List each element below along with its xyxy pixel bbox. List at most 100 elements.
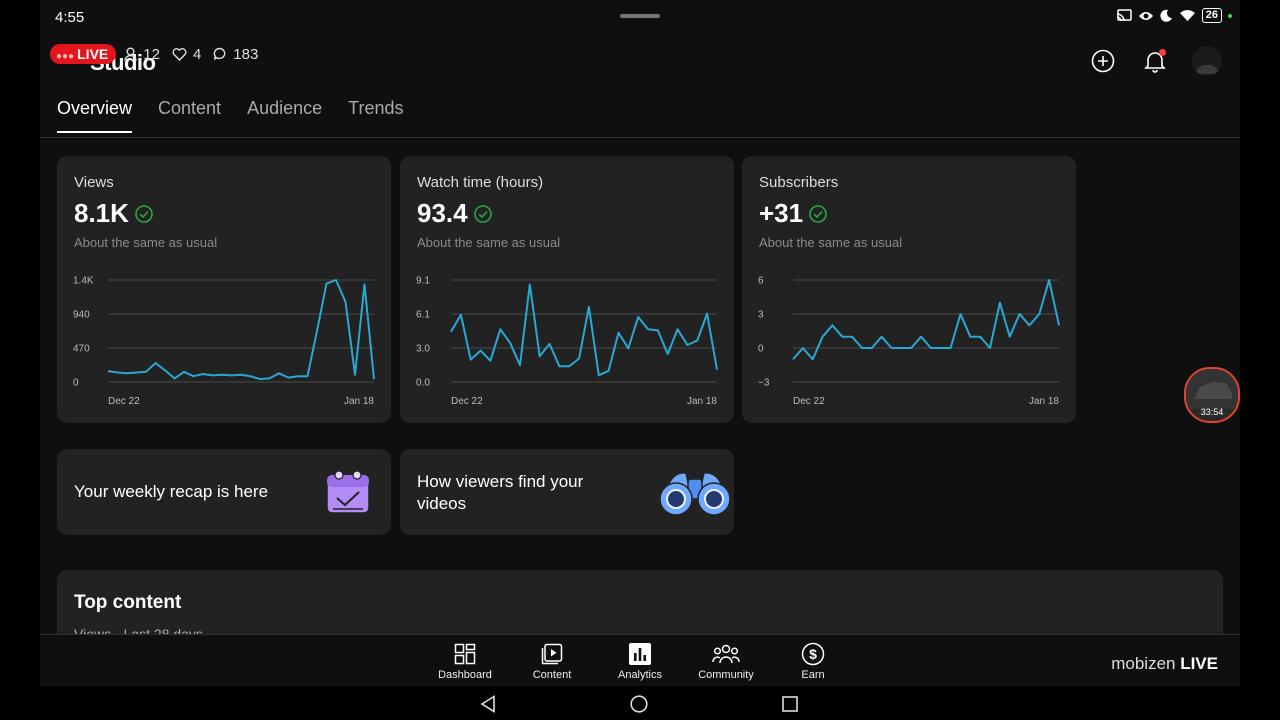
create-button[interactable] [1088,46,1118,76]
tab-divider [40,137,1240,138]
battery-indicator: 26 [1201,8,1222,23]
cast-icon [1116,8,1132,21]
nav-community[interactable]: Community [686,641,766,681]
nav-earn[interactable]: $ Earn [773,641,853,681]
y-tick-label: 940 [73,310,90,321]
live-label: LIVE [77,46,109,62]
recorder-bubble[interactable]: 33:54 [1184,367,1240,423]
recents-square-icon [782,696,798,712]
top-content-title: Top content [74,592,182,613]
promo-text: Your weekly recap is here [74,482,269,501]
app-screen: 4:55 26 Studio ●●● LIVE 12 4 183 Overvie… [40,0,1240,720]
back-triangle-icon [480,695,495,713]
metric-value-text: +31 [759,198,804,228]
nav-label: Dashboard [438,669,492,681]
status-icons: 26 [1116,8,1232,23]
community-icon [712,644,740,664]
recorder-thumbnail-icon [1186,369,1238,409]
status-bar: 4:55 26 [40,0,1240,36]
metric-subtitle: About the same as usual [759,235,903,250]
tab-content[interactable]: Content [158,98,221,133]
y-tick-label: 6.1 [416,310,430,321]
drag-handle [620,14,660,18]
home-circle-icon [630,695,648,713]
series-line [107,279,375,381]
metric-value: +31 [759,198,827,229]
series-line [450,283,718,377]
avatar-car-icon [1196,65,1218,74]
back-button[interactable] [478,694,498,714]
promo-text: How viewers find your videos [417,472,584,513]
likes-count: 4 [192,45,202,63]
y-tick-label: 9.1 [416,276,430,287]
x-tick-label: Jan 18 [344,396,374,406]
dashboard-icon [454,643,476,665]
home-button[interactable] [629,694,649,714]
notifications-button[interactable] [1140,46,1170,76]
live-dots-icon: ●●● [56,51,75,62]
analytics-tabs: Overview Content Audience Trends [57,98,403,133]
check-circle-icon [135,204,153,223]
tab-trends[interactable]: Trends [348,98,403,133]
tab-overview[interactable]: Overview [57,98,133,133]
status-time: 4:55 [55,9,85,26]
recording-time: 33:54 [1200,407,1224,417]
y-tick-label: −3 [758,378,770,389]
chat-icon [213,47,226,60]
content-icon [541,643,563,665]
y-tick-label: 3 [758,310,764,321]
metric-value: 8.1K [74,198,153,229]
metric-value-text: 8.1K [74,198,129,228]
mobizen-watermark: mobizen LIVE [1111,654,1218,674]
viewers-stat: 12 [124,46,160,63]
y-tick-label: 470 [73,344,90,355]
views-chart: 1.4K 940 470 0 Dec 22 Jan 18 [73,276,375,406]
x-tick-label: Dec 22 [793,396,825,406]
metric-title: Views [74,174,114,191]
viewers-count: 12 [143,45,160,63]
metric-value-text: 93.4 [417,198,468,228]
check-circle-icon [473,204,492,223]
y-tick-label: 0 [758,344,764,355]
subscribers-chart: 6 3 0 −3 Dec 22 Jan 18 [758,276,1060,406]
metric-subtitle: About the same as usual [74,235,218,250]
views-card[interactable]: Views 8.1K About the same as usual 1.4K 9… [57,156,391,423]
comments-stat: 183 [213,46,258,63]
brand-prefix: mobizen [1111,654,1181,673]
traffic-sources-card[interactable]: How viewers find your videos [400,449,734,535]
nav-label: Analytics [617,669,663,681]
watch-time-card[interactable]: Watch time (hours) 93.4 About the same a… [400,156,734,423]
recents-button[interactable] [780,694,800,714]
x-tick-label: Dec 22 [451,396,483,406]
series-line [792,279,1060,361]
subscribers-card[interactable]: Subscribers +31 About the same as usual … [742,156,1076,423]
nav-analytics[interactable]: Analytics [600,641,680,681]
nav-label: Content [532,669,572,681]
tab-audience[interactable]: Audience [247,98,322,133]
brand-suffix: LIVE [1180,654,1218,673]
analytics-icon [629,643,651,665]
binoculars-icon [659,472,731,516]
weekly-recap-card[interactable]: Your weekly recap is here [57,449,391,535]
notification-dot [1159,49,1166,56]
nav-content[interactable]: Content [512,641,592,681]
live-overlay: ●●● LIVE 12 4 183 [50,44,264,64]
live-stats: 12 4 183 [124,46,264,63]
nav-dashboard[interactable]: Dashboard [425,641,505,681]
likes-stat: 4 [172,46,201,63]
system-navigation [40,686,1240,720]
account-avatar[interactable] [1192,46,1222,76]
moon-icon [1160,9,1172,22]
live-badge: ●●● LIVE [50,44,117,64]
y-tick-label: 3.0 [416,344,430,355]
wifi-icon [1179,10,1195,21]
metric-value: 93.4 [417,198,492,229]
metric-title: Watch time (hours) [417,174,544,191]
y-tick-label: 0.0 [416,378,430,389]
x-tick-label: Dec 22 [108,396,140,406]
bottom-navigation: Dashboard Content Analytics Community $ … [40,634,1240,687]
y-tick-label: 6 [758,276,764,287]
privacy-dot [1228,13,1232,18]
header-actions [1088,46,1222,76]
y-tick-label: 1.4K [73,276,94,287]
